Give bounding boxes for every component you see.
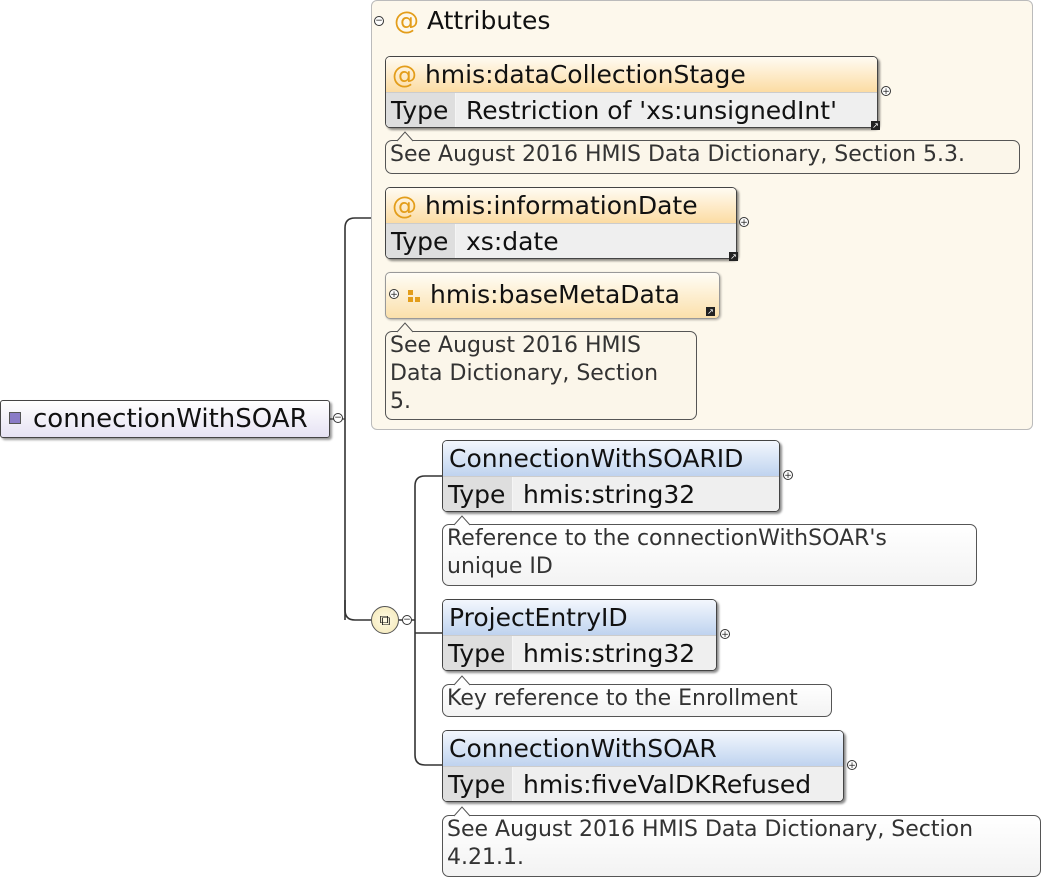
note-pointers [396, 131, 471, 817]
